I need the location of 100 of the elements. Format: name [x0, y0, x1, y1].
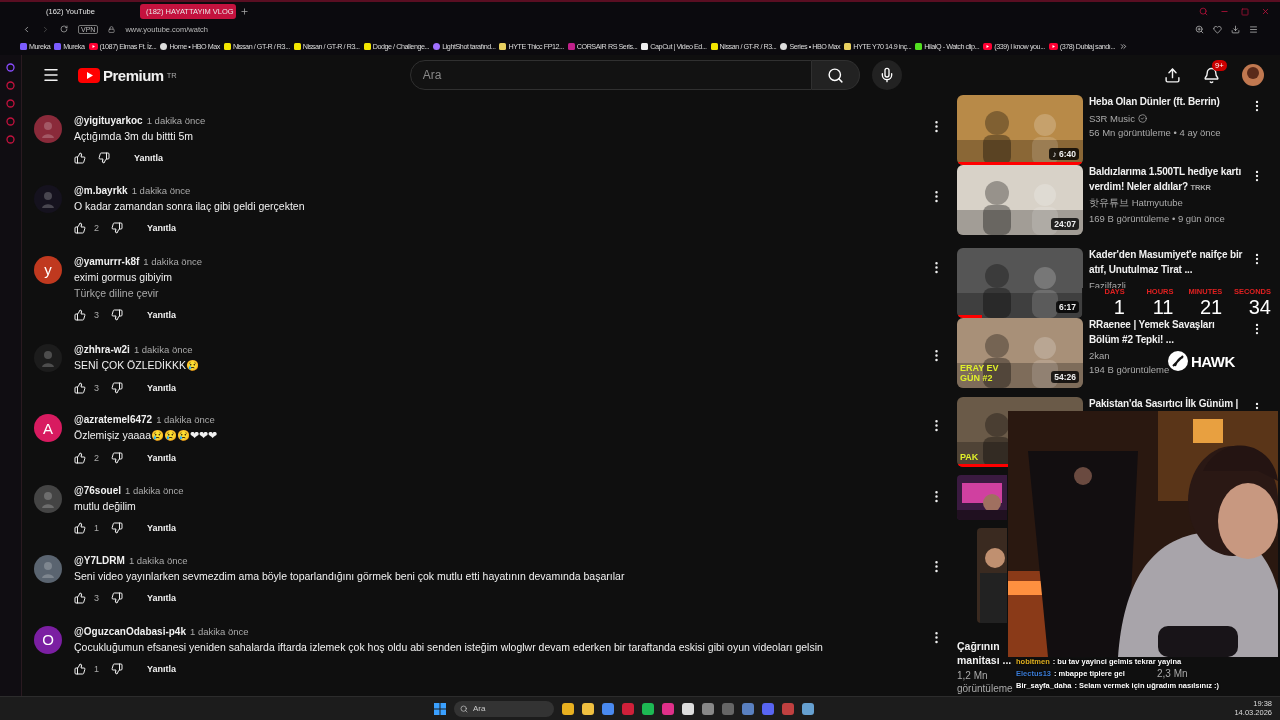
- app-icon[interactable]: [562, 702, 574, 715]
- video-title[interactable]: Kader'den Masumiyet'e naifçe bir atıf, Unutulmaz Tirat ...: [1089, 248, 1244, 277]
- search-button[interactable]: [811, 60, 860, 90]
- video-meta: 194 B görüntüleme: [1089, 364, 1170, 375]
- play-logo[interactable]: [78, 67, 100, 83]
- reload-icon[interactable]: [60, 25, 68, 33]
- app-icon[interactable]: [582, 702, 594, 715]
- comment-author[interactable]: @yigituyarkoc: [74, 115, 143, 126]
- like-icon[interactable]: [74, 662, 86, 675]
- like-icon[interactable]: [74, 152, 86, 164]
- app-icon[interactable]: [802, 702, 814, 715]
- like-icon[interactable]: [74, 452, 86, 465]
- short-views: 2,3 Mn: [1157, 668, 1188, 679]
- search-icon: [826, 66, 844, 84]
- reply-button[interactable]: Yanıtla: [147, 453, 177, 464]
- hawk-logo: HAWK: [1191, 352, 1235, 370]
- upload-icon[interactable]: [1164, 66, 1181, 84]
- countdown-value: 21: [1200, 296, 1223, 317]
- comment-time: 1 dakika önce: [133, 344, 193, 356]
- like-icon[interactable]: [74, 222, 86, 235]
- short-views: görüntüleme: [957, 683, 1013, 694]
- like-count: 1: [94, 663, 99, 674]
- app-icon[interactable]: [602, 702, 614, 715]
- comment-text: Çocukluğumun efsanesi yeniden sahalarda iftarda izlemek çok hoş oldu abi senden isteğim wloglwr devam ederken bir taraftanda eskisi gibi oyun videoları gelsin: [74, 640, 823, 653]
- video-duration: 24:07: [1051, 218, 1079, 230]
- channel-name[interactable]: S3R Music: [1089, 112, 1147, 124]
- avatar: A: [34, 414, 62, 443]
- comment-text: O kadar zamandan sonra ilaç gibi geldi gerçekten: [74, 200, 305, 213]
- like-count: 1: [94, 522, 99, 533]
- reply-button[interactable]: Yanıtla: [147, 383, 177, 394]
- logo-text[interactable]: Premium: [103, 66, 164, 84]
- download-icon[interactable]: [1231, 24, 1240, 34]
- dislike-icon[interactable]: [111, 592, 123, 605]
- comment-time: 1 dakika önce: [143, 255, 202, 267]
- reply-button[interactable]: Yanıtla: [147, 663, 177, 674]
- like-icon[interactable]: [74, 592, 86, 605]
- comment-time: 1 dakika önce: [125, 484, 184, 496]
- video-meta: 56 Mn görüntüleme • 4 ay önce: [1089, 126, 1221, 138]
- reply-button[interactable]: Yanıtla: [147, 593, 177, 604]
- dislike-icon[interactable]: [111, 308, 123, 321]
- short-title[interactable]: Çağrının manitası ...: [957, 638, 1012, 668]
- new-tab-icon[interactable]: [240, 7, 249, 16]
- bell-icon[interactable]: [1203, 66, 1220, 84]
- like-icon[interactable]: [74, 521, 86, 534]
- comment-text: Özlemişiz yaaaa😢😢😢❤❤❤: [74, 429, 218, 443]
- reply-button[interactable]: Yanıtla: [147, 522, 177, 533]
- dislike-icon[interactable]: [111, 662, 123, 675]
- comment-text: Açtığımda 3m du bittti 5m: [74, 130, 194, 142]
- comment-author[interactable]: @OguzcanOdabasi-p4k: [74, 625, 186, 637]
- search-icon: [460, 704, 468, 713]
- comment-author[interactable]: @76souel: [74, 484, 121, 496]
- channel-name[interactable]: 핫유튜브 Hatmyutube: [1089, 197, 1183, 210]
- video-meta: 169 B görüntüleme • 9 gün önce: [1089, 213, 1225, 224]
- comment-time: 1 dakika önce: [190, 625, 249, 637]
- dislike-icon[interactable]: [111, 452, 123, 465]
- search-field[interactable]: Ara: [409, 60, 812, 90]
- app-icon[interactable]: [642, 702, 654, 715]
- dislike-icon[interactable]: [98, 152, 110, 164]
- comment-time: 1 dakika önce: [131, 185, 191, 197]
- reply-button[interactable]: Yanıtla: [147, 309, 177, 320]
- avatar: O: [34, 625, 62, 654]
- like-icon[interactable]: [74, 308, 86, 321]
- dislike-icon[interactable]: [111, 222, 123, 235]
- lock-icon: [108, 25, 116, 33]
- heart-icon[interactable]: [1213, 24, 1222, 34]
- comment-author[interactable]: @yamurrr-k8f: [74, 255, 140, 267]
- reply-button[interactable]: Yanıtla: [134, 153, 163, 163]
- reply-button[interactable]: Yanıtla: [147, 223, 177, 234]
- video-title[interactable]: RRaenee | Yemek Savaşları Bölüm #2 Tepki! ...: [1089, 318, 1244, 347]
- comment-text: eximi gormus gibiyim: [74, 270, 173, 283]
- translate-link[interactable]: Türkçe diline çevir: [74, 286, 159, 299]
- like-count: 3: [94, 309, 99, 320]
- channel-name[interactable]: 2kan: [1089, 350, 1110, 361]
- comment-author[interactable]: @azratemel6472: [74, 414, 153, 426]
- video-duration: 54:26: [1051, 371, 1079, 383]
- taskbar-search[interactable]: Ara: [454, 700, 554, 717]
- zoom-icon[interactable]: [1195, 24, 1204, 34]
- like-count: 3: [94, 383, 99, 394]
- menu-icon[interactable]: [1249, 24, 1258, 34]
- video-title[interactable]: Pakistan'da Sasırtıcı İlk Günüm |: [1089, 397, 1239, 412]
- comment-author[interactable]: @m.bayrkk: [74, 185, 128, 197]
- video-duration: ♪ 6:40: [1049, 148, 1079, 160]
- video-title[interactable]: Heba Olan Dünler (ft. Berrin): [1089, 95, 1220, 110]
- mic-button[interactable]: [871, 60, 902, 90]
- app-icon[interactable]: [682, 702, 694, 715]
- windows-icon[interactable]: [434, 702, 446, 715]
- comment-author[interactable]: @Y7LDRM: [74, 555, 125, 567]
- dislike-icon[interactable]: [111, 382, 123, 395]
- short-views: 1,2 Mn: [957, 670, 988, 681]
- menu-icon[interactable]: [42, 66, 60, 84]
- comment-time: 1 dakika önce: [146, 115, 206, 126]
- countdown-value: 11: [1152, 296, 1174, 317]
- comment-author[interactable]: @zhhra-w2i: [74, 344, 130, 356]
- thumbnail-caption: ERAY EV GÜN #2: [960, 364, 1000, 384]
- countdown-value: 34: [1248, 296, 1271, 317]
- like-icon[interactable]: [74, 382, 86, 395]
- avatar-icon[interactable]: [1242, 64, 1264, 86]
- back-icon[interactable]: [22, 24, 31, 34]
- dislike-icon[interactable]: [111, 521, 123, 534]
- countdown-value: 1: [1113, 296, 1125, 317]
